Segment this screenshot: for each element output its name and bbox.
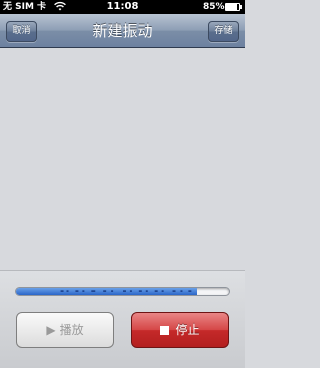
- status-bar: 无 SIM 卡 11:08 85%: [0, 0, 245, 14]
- save-button[interactable]: 存储: [208, 21, 239, 42]
- play-label: 播放: [59, 323, 84, 337]
- navigation-bar: 取消 新建振动 存储: [0, 14, 245, 48]
- battery-tip: [240, 5, 242, 9]
- control-panel: ▶ 播放 停止: [0, 270, 245, 368]
- battery-icon: [225, 3, 240, 11]
- cancel-button[interactable]: 取消: [6, 21, 37, 42]
- stop-icon: [160, 326, 170, 335]
- page-title: 新建振动: [92, 22, 153, 40]
- play-button[interactable]: ▶ 播放: [16, 312, 114, 348]
- play-icon: ▶: [46, 323, 56, 337]
- stop-button[interactable]: 停止: [131, 312, 229, 348]
- vibration-pattern-marks: [60, 290, 192, 292]
- timeline-bar[interactable]: [15, 287, 230, 296]
- stop-label: 停止: [175, 323, 200, 337]
- vibration-tap-area[interactable]: [0, 49, 245, 270]
- battery-percent: 85%: [203, 2, 225, 12]
